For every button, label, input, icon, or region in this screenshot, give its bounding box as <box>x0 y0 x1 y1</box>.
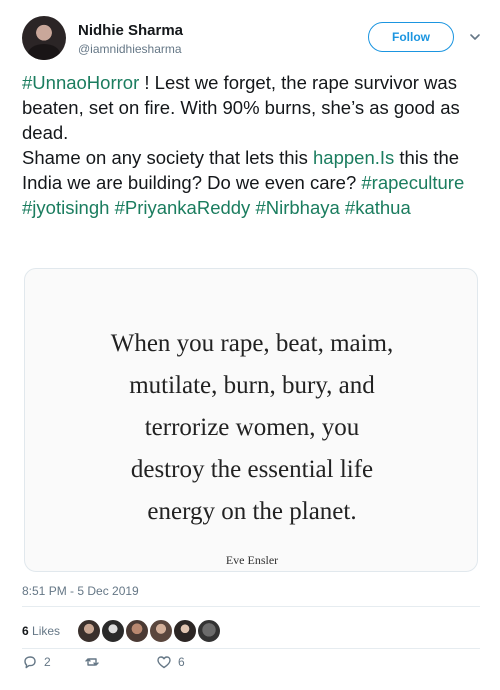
tweet-text: #UnnaoHorror ! Lest we forget, the rape … <box>22 70 484 220</box>
hashtag-link[interactable]: #Nirbhaya <box>255 197 339 218</box>
tweet-paragraph-2: Shame on any society that lets this happ… <box>22 145 484 220</box>
likes-number: 6 <box>22 624 29 638</box>
user-avatar[interactable] <box>22 16 66 60</box>
heart-icon <box>157 656 171 669</box>
divider <box>22 648 480 649</box>
tweet-text-segment: Shame on any society that lets this <box>22 147 314 168</box>
tweet-paragraph-1: #UnnaoHorror ! Lest we forget, the rape … <box>22 70 484 145</box>
retweet-icon <box>85 658 99 666</box>
liker-avatar[interactable] <box>76 618 102 644</box>
tweet-actions: 2 6 <box>22 654 322 676</box>
hashtag-link[interactable]: #rapeculture <box>361 172 464 193</box>
likes-label: Likes <box>32 624 61 638</box>
tweet-header: Nidhie Sharma @iamnidhiesharma Follow <box>22 16 482 62</box>
quote-text: When you rape, beat, maim, mutilate, bur… <box>25 323 479 533</box>
hashtag-link[interactable]: #kathua <box>345 197 411 218</box>
reply-icon <box>24 656 36 669</box>
like-action[interactable]: 6 <box>156 654 185 670</box>
divider <box>22 606 480 607</box>
hashtag-link[interactable]: #jyotisingh <box>22 197 109 218</box>
hashtag-link[interactable]: #PriyankaReddy <box>115 197 251 218</box>
hashtag-link[interactable]: #UnnaoHorror <box>22 72 139 93</box>
reply-action[interactable]: 2 <box>22 654 51 670</box>
reply-count: 2 <box>44 655 51 669</box>
quote-line: mutilate, burn, bury, and <box>129 372 375 399</box>
liker-avatar[interactable] <box>148 618 174 644</box>
inline-link[interactable]: happen.Is <box>313 147 394 168</box>
quote-line: energy on the planet. <box>147 498 357 525</box>
retweet-action[interactable] <box>84 654 106 670</box>
follow-button[interactable]: Follow <box>368 22 454 52</box>
tweet-timestamp[interactable]: 8:51 PM - 5 Dec 2019 <box>22 584 139 598</box>
likes-count[interactable]: 6 Likes <box>22 624 60 638</box>
liker-avatar[interactable] <box>124 618 150 644</box>
liker-avatar[interactable] <box>172 618 198 644</box>
likes-row: 6 Likes <box>22 618 480 644</box>
quote-image[interactable]: When you rape, beat, maim, mutilate, bur… <box>24 268 478 572</box>
liker-avatar[interactable] <box>100 618 126 644</box>
user-name[interactable]: Nidhie Sharma <box>78 22 183 39</box>
quote-author: Eve Ensler <box>225 553 279 567</box>
quote-line: destroy the essential life <box>130 456 374 483</box>
quote-line: terrorize women, you <box>144 414 360 441</box>
quote-line: When you rape, beat, maim, <box>110 330 394 357</box>
user-handle[interactable]: @iamnidhiesharma <box>78 42 182 56</box>
like-count: 6 <box>178 655 185 669</box>
liker-avatar[interactable] <box>196 618 222 644</box>
chevron-down-icon[interactable] <box>468 30 482 44</box>
